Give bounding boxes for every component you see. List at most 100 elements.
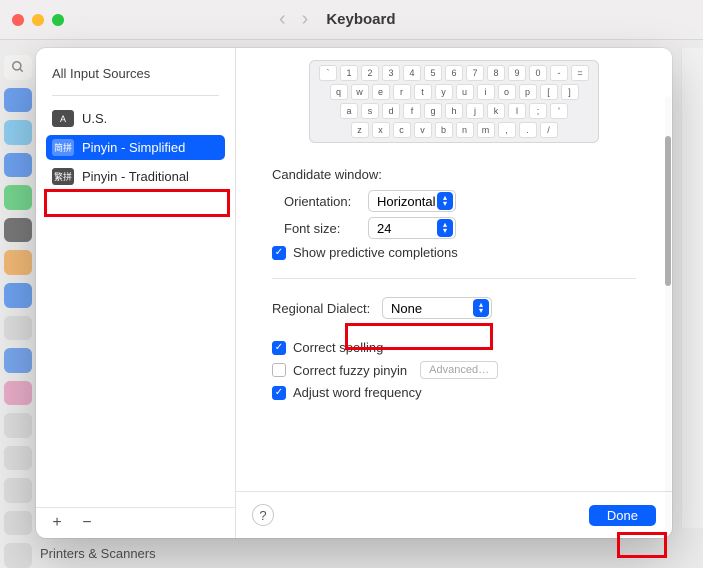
regional-dialect-row: Regional Dialect: None ▴▾ bbox=[272, 297, 636, 319]
minimize-window-icon[interactable] bbox=[32, 14, 44, 26]
key-a: a bbox=[340, 103, 358, 119]
dock-item[interactable] bbox=[4, 185, 32, 210]
key-x: x bbox=[372, 122, 390, 138]
dock-item[interactable] bbox=[4, 413, 32, 438]
input-sources-modal: All Input Sources A U.S. 简拼 Pinyin - Sim… bbox=[36, 48, 672, 538]
key-b: b bbox=[435, 122, 453, 138]
key-]: ] bbox=[561, 84, 579, 100]
key-g: g bbox=[424, 103, 442, 119]
key-o: o bbox=[498, 84, 516, 100]
keyboard-badge-icon: A bbox=[52, 110, 74, 127]
key-r: r bbox=[393, 84, 411, 100]
key-,: , bbox=[498, 122, 516, 138]
divider bbox=[272, 278, 636, 279]
correct-fuzzy-row[interactable]: Correct fuzzy pinyin Advanced… bbox=[272, 361, 636, 379]
key-0: 0 bbox=[529, 65, 547, 81]
adjust-frequency-row[interactable]: ✓ Adjust word frequency bbox=[272, 385, 636, 400]
dock-item[interactable] bbox=[4, 381, 32, 406]
correct-fuzzy-label: Correct fuzzy pinyin bbox=[293, 363, 407, 378]
dock-item[interactable] bbox=[4, 511, 32, 536]
modal-footer: ? Done bbox=[236, 491, 672, 538]
key-7: 7 bbox=[466, 65, 484, 81]
input-source-label: Pinyin - Traditional bbox=[82, 169, 189, 184]
regional-dialect-select[interactable]: None ▴▾ bbox=[382, 297, 492, 319]
key-8: 8 bbox=[487, 65, 505, 81]
orientation-select[interactable]: Horizontal ▴▾ bbox=[368, 190, 456, 212]
orientation-row: Orientation: Horizontal ▴▾ bbox=[284, 190, 636, 212]
traffic-lights bbox=[12, 14, 64, 26]
done-button[interactable]: Done bbox=[589, 505, 656, 526]
keyboard-badge-icon: 简拼 bbox=[52, 139, 74, 156]
page-title: Keyboard bbox=[326, 11, 395, 28]
key-s: s bbox=[361, 103, 379, 119]
key-m: m bbox=[477, 122, 495, 138]
key-i: i bbox=[477, 84, 495, 100]
key-1: 1 bbox=[340, 65, 358, 81]
checkbox-icon[interactable]: ✓ bbox=[272, 386, 286, 400]
maximize-window-icon[interactable] bbox=[52, 14, 64, 26]
remove-source-button[interactable]: − bbox=[78, 514, 96, 532]
checkbox-icon[interactable] bbox=[272, 363, 286, 377]
add-source-button[interactable]: + bbox=[48, 514, 66, 532]
key-2: 2 bbox=[361, 65, 379, 81]
adjust-frequency-label: Adjust word frequency bbox=[293, 385, 422, 400]
correct-spelling-label: Correct spelling bbox=[293, 340, 383, 355]
input-source-pinyin-traditional[interactable]: 繁拼 Pinyin - Traditional bbox=[46, 164, 225, 189]
input-source-label: U.S. bbox=[82, 111, 107, 126]
window-header: ‹ › Keyboard bbox=[0, 0, 703, 40]
input-source-pinyin-simplified[interactable]: 简拼 Pinyin - Simplified bbox=[46, 135, 225, 160]
font-size-row: Font size: 24 ▴▾ bbox=[284, 217, 636, 239]
close-window-icon[interactable] bbox=[12, 14, 24, 26]
key-4: 4 bbox=[403, 65, 421, 81]
help-button[interactable]: ? bbox=[252, 504, 274, 526]
key-q: q bbox=[330, 84, 348, 100]
key-`: ` bbox=[319, 65, 337, 81]
keyboard-layout-preview: `1234567890-= qwertyuiop[] asdfghjkl;' z… bbox=[309, 60, 599, 143]
predictive-completions-row[interactable]: ✓ Show predictive completions bbox=[272, 245, 636, 260]
input-source-settings-panel: `1234567890-= qwertyuiop[] asdfghjkl;' z… bbox=[236, 48, 672, 538]
key-d: d bbox=[382, 103, 400, 119]
checkbox-icon[interactable]: ✓ bbox=[272, 341, 286, 355]
advanced-button[interactable]: Advanced… bbox=[420, 361, 498, 379]
chevron-updown-icon: ▴▾ bbox=[473, 299, 489, 317]
settings-sidebar-dock bbox=[0, 40, 36, 568]
dock-item[interactable] bbox=[4, 250, 32, 275]
dock-item[interactable] bbox=[4, 120, 32, 145]
dock-item[interactable] bbox=[4, 283, 32, 308]
key-p: p bbox=[519, 84, 537, 100]
search-icon[interactable] bbox=[4, 55, 32, 80]
dock-item[interactable] bbox=[4, 478, 32, 503]
dock-item[interactable] bbox=[4, 348, 32, 373]
scrollbar[interactable] bbox=[665, 96, 671, 538]
nav-back-icon[interactable]: ‹ bbox=[279, 8, 286, 31]
dock-item[interactable] bbox=[4, 218, 32, 243]
key--: - bbox=[550, 65, 568, 81]
key-;: ; bbox=[529, 103, 547, 119]
dock-item[interactable] bbox=[4, 543, 32, 568]
key-j: j bbox=[466, 103, 484, 119]
input-source-us[interactable]: A U.S. bbox=[46, 106, 225, 131]
scrollbar-thumb[interactable] bbox=[665, 136, 671, 286]
font-size-select[interactable]: 24 ▴▾ bbox=[368, 217, 456, 239]
dock-item[interactable] bbox=[4, 88, 32, 113]
background-section-label: Printers & Scanners bbox=[40, 538, 156, 568]
chevron-updown-icon: ▴▾ bbox=[437, 192, 453, 210]
input-sources-sidebar: All Input Sources A U.S. 简拼 Pinyin - Sim… bbox=[36, 48, 236, 538]
dock-item[interactable] bbox=[4, 316, 32, 341]
sidebar-title: All Input Sources bbox=[36, 48, 235, 87]
font-size-label: Font size: bbox=[284, 221, 368, 236]
key-f: f bbox=[403, 103, 421, 119]
key-5: 5 bbox=[424, 65, 442, 81]
key-[: [ bbox=[540, 84, 558, 100]
dock-item[interactable] bbox=[4, 446, 32, 471]
nav-forward-icon[interactable]: › bbox=[302, 8, 309, 31]
divider bbox=[52, 95, 219, 96]
key-/: / bbox=[540, 122, 558, 138]
orientation-value: Horizontal bbox=[377, 194, 436, 209]
checkbox-icon[interactable]: ✓ bbox=[272, 246, 286, 260]
correct-spelling-row[interactable]: ✓ Correct spelling bbox=[272, 340, 636, 355]
dock-item[interactable] bbox=[4, 153, 32, 178]
orientation-label: Orientation: bbox=[284, 194, 368, 209]
key-u: u bbox=[456, 84, 474, 100]
key-n: n bbox=[456, 122, 474, 138]
